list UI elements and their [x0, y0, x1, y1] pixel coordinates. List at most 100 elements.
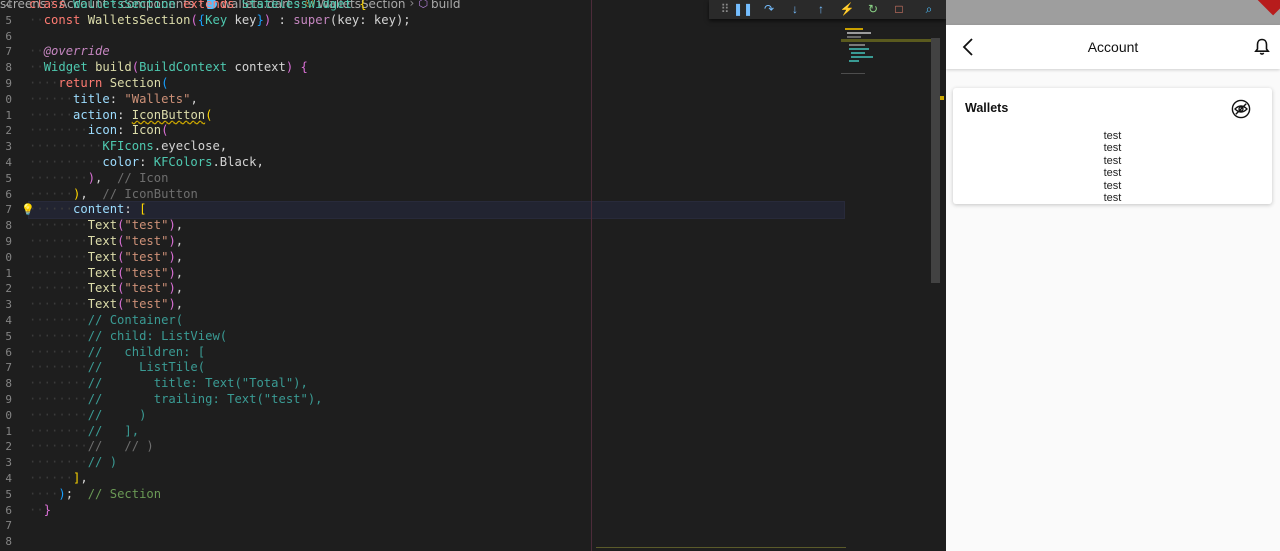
line-number: 0	[5, 250, 12, 264]
code-line[interactable]: ········// // )	[29, 439, 844, 455]
line-number: 9	[5, 392, 12, 406]
line-number: 5	[5, 329, 12, 343]
page-title: Account	[1087, 39, 1139, 55]
line-number: 4	[5, 471, 12, 485]
code-line[interactable]: ········Text("test"),	[29, 234, 844, 250]
code-token: }	[256, 12, 264, 27]
code-line[interactable]: ········// )	[29, 408, 844, 424]
line-number: 4	[5, 0, 12, 11]
code-line[interactable]: ········// ],	[29, 424, 844, 440]
code-token: Text	[87, 249, 118, 264]
code-token: ,	[80, 470, 88, 485]
code-token: build	[95, 60, 132, 75]
code-token: "test"	[124, 233, 169, 248]
code-token: @override	[43, 44, 110, 59]
code-token: (	[205, 107, 213, 122]
code-token: return	[58, 75, 110, 90]
step-out-icon[interactable]: ↑	[811, 1, 831, 18]
code-line[interactable]: ······), // IconButton	[29, 187, 844, 203]
devtools-icon[interactable]: ⌕	[919, 1, 939, 18]
code-token: {	[293, 60, 308, 75]
code-editor[interactable]: screens › Account › components › wallets.dart ›…	[0, 0, 946, 551]
code-line[interactable]: ··@override	[29, 44, 844, 60]
code-token: // )	[87, 407, 147, 422]
code-line[interactable]: 💡 ······content: [	[21, 201, 845, 220]
line-number: 0	[5, 92, 12, 106]
code-line[interactable]: ··}	[29, 503, 844, 519]
code-token: ······	[29, 107, 74, 122]
bell-icon[interactable]	[1254, 38, 1270, 56]
code-token: ,	[95, 170, 118, 185]
code-line[interactable]: ······],	[29, 471, 844, 487]
pause-icon[interactable]: ❚❚	[733, 1, 753, 18]
code-line[interactable]: ········Text("test"),	[29, 266, 844, 282]
code-line[interactable]: ····return Section(	[29, 76, 844, 92]
code-token: ··········	[29, 139, 103, 154]
code-token: action	[73, 107, 118, 122]
drag-handle-icon[interactable]: ⠿	[715, 1, 735, 18]
code-token: ········	[29, 249, 88, 264]
line-number: 1	[5, 266, 12, 280]
code-token: .eyeclose,	[153, 139, 228, 154]
stop-icon[interactable]: □	[889, 1, 909, 18]
code-line[interactable]: ········Text("test"),	[29, 297, 844, 313]
code-line[interactable]: ········icon: Icon(	[29, 123, 844, 139]
code-token: ········	[29, 233, 88, 248]
list-item-text: test	[1103, 179, 1122, 192]
code-text-area[interactable]: class WalletsSection extends StatelessWi…	[21, 0, 845, 519]
list-item-text: test	[1103, 192, 1122, 205]
code-token: ,	[175, 281, 184, 296]
code-line[interactable]: ········Text("test"),	[29, 250, 844, 266]
code-line[interactable]: ··········KFIcons.eyeclose,	[29, 139, 844, 155]
line-number: 6	[5, 29, 12, 43]
minimap[interactable]	[841, 26, 931, 76]
code-token: ········	[29, 218, 88, 233]
code-token: (	[161, 75, 169, 90]
line-number: 1	[5, 108, 12, 122]
lightbulb-icon[interactable]: 💡	[21, 202, 35, 218]
code-token: )	[168, 249, 176, 264]
code-line[interactable]: ··Widget build(BuildContext context) {	[29, 60, 844, 76]
code-token: )	[58, 486, 66, 501]
code-token: ··	[29, 44, 44, 59]
code-token: // Section	[87, 486, 162, 501]
code-line[interactable]: ········// )	[29, 455, 844, 471]
step-into-icon[interactable]: ↓	[785, 1, 805, 18]
code-line[interactable]: ········Text("test"),	[29, 281, 844, 297]
code-line[interactable]	[29, 29, 844, 45]
code-token: (	[131, 60, 140, 75]
code-token: "test"	[124, 297, 169, 312]
code-line[interactable]: ········// ListTile(	[29, 360, 844, 376]
line-number: 5	[5, 13, 12, 27]
code-line[interactable]: ········), // Icon	[29, 171, 844, 187]
code-line[interactable]: ········// child: ListView(	[29, 329, 844, 345]
step-over-icon[interactable]: ↷	[759, 1, 779, 18]
code-line[interactable]: ········// children: [	[29, 345, 844, 361]
list-item-text: test	[1103, 130, 1122, 142]
code-token: ··	[29, 502, 44, 517]
code-token: ····	[29, 75, 59, 90]
code-line[interactable]: ········Text("test"),	[29, 218, 844, 234]
code-token: StatelessWidget	[241, 0, 360, 11]
code-token: IconButton	[131, 107, 206, 122]
vertical-scrollbar[interactable]	[931, 38, 940, 283]
code-token: )	[168, 265, 176, 280]
code-line[interactable]: ········// Container(	[29, 313, 844, 329]
code-token: class	[29, 0, 74, 11]
code-token: (key: key);	[329, 12, 411, 27]
column-ruler	[591, 0, 592, 551]
hot-reload-icon[interactable]: ⚡	[837, 1, 857, 18]
restart-icon[interactable]: ↻	[863, 1, 883, 18]
code-line[interactable]: ········// trailing: Text("test"),	[29, 392, 844, 408]
code-line[interactable]: ······title: "Wallets",	[29, 92, 844, 108]
eye-close-icon[interactable]	[1231, 99, 1251, 119]
line-number: 2	[5, 282, 12, 296]
code-line[interactable]: ······action: IconButton(	[29, 108, 844, 124]
code-line[interactable]: ··········color: KFColors.Black,	[29, 155, 844, 171]
code-line[interactable]: ····); // Section	[29, 487, 844, 503]
code-token: key	[234, 12, 257, 27]
line-number: 6	[5, 345, 12, 359]
code-token: )	[168, 233, 176, 248]
code-line[interactable]: ········// title: Text("Total"),	[29, 376, 844, 392]
code-token: // ListTile(	[87, 360, 206, 375]
